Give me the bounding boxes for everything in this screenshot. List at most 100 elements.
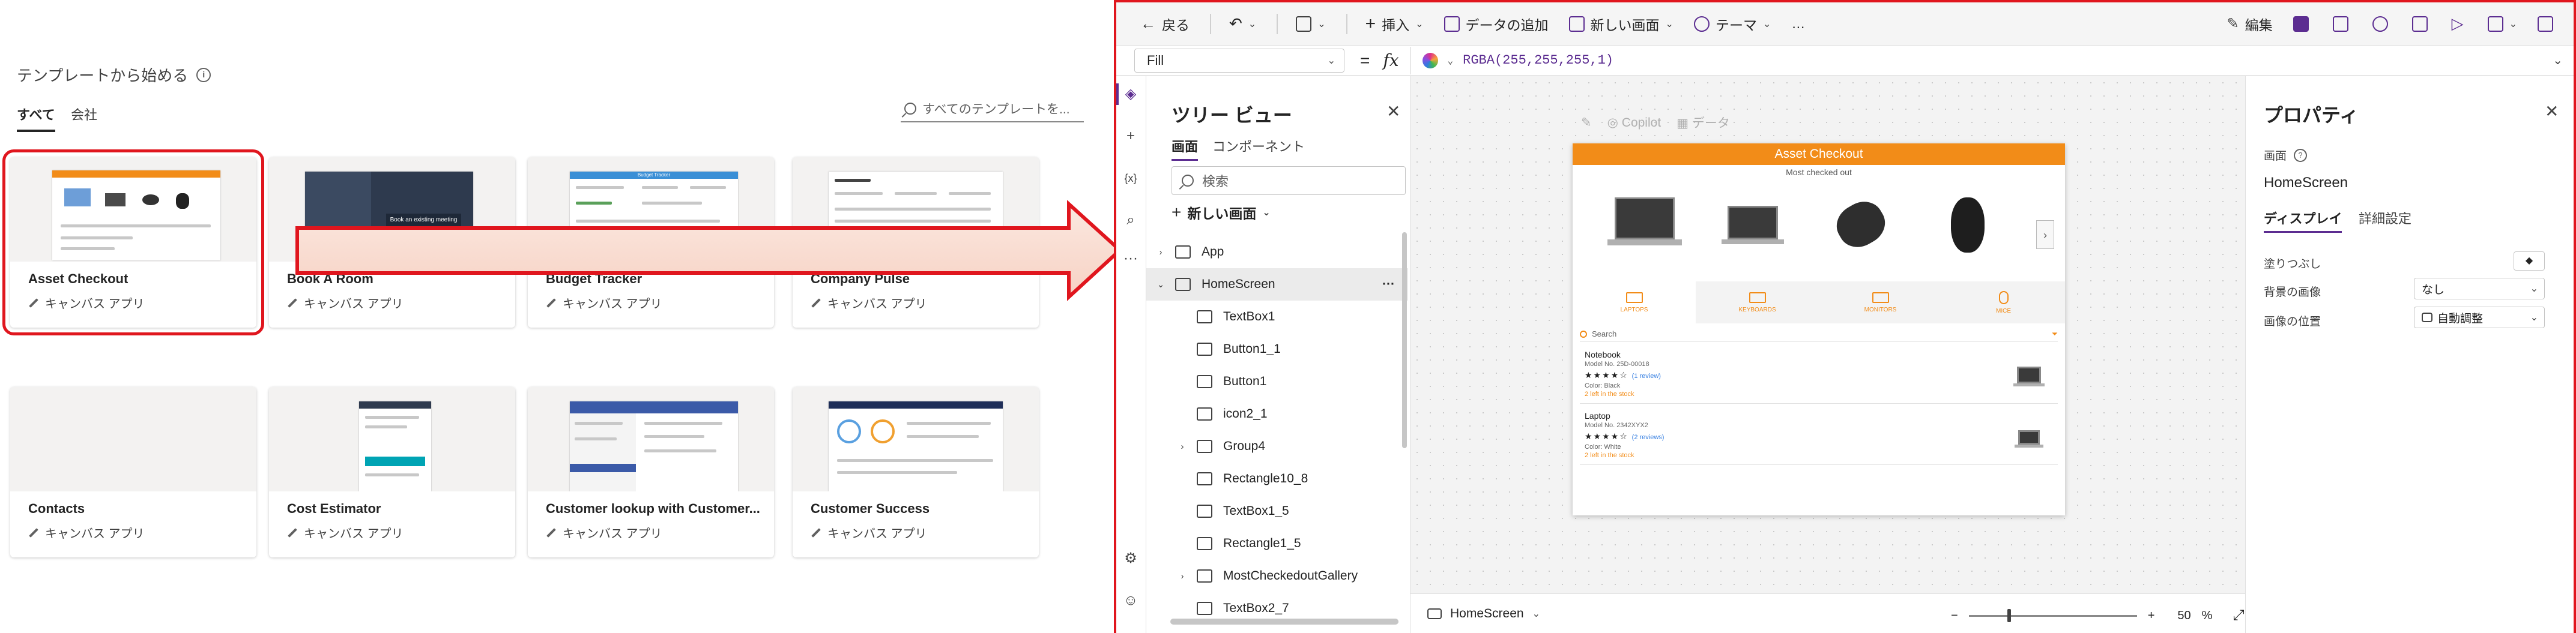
template-card-customer-lookup[interactable]: Customer lookup with Customer... キャンバス ア… (528, 387, 774, 557)
variables-icon[interactable]: {x} (1122, 170, 1139, 187)
app-search-input[interactable]: Search ⏷ (1580, 327, 2058, 341)
mouse-image[interactable] (1819, 191, 1903, 263)
close-icon[interactable]: ✕ (1386, 101, 1400, 121)
laptop-image[interactable] (1711, 191, 1795, 263)
fit-to-window-icon[interactable]: ⤢ (2233, 607, 2244, 624)
comments-button[interactable] (2332, 16, 2348, 32)
tree-node-app[interactable]: › App (1146, 236, 1408, 268)
tree-node-button1-1[interactable]: Button1_1 (1146, 333, 1408, 365)
copilot-icon[interactable] (1422, 52, 1438, 68)
image-position-dropdown[interactable]: 自動調整 ⌄ (2414, 307, 2545, 328)
list-item[interactable]: Notebook Model No. 25D-00018 ★★★★☆ (1 re… (1580, 346, 2058, 404)
tree-node-homescreen[interactable]: ⌄ HomeScreen ··· (1146, 268, 1408, 301)
category-keyboards[interactable]: KEYBOARDS (1696, 281, 1819, 323)
template-card-cost-estimator[interactable]: Cost Estimator キャンバス アプリ (269, 387, 515, 557)
tab-advanced[interactable]: 詳細設定 (2359, 208, 2411, 231)
undo-button[interactable]: ↶ ⌄ (1229, 14, 1256, 33)
data-button[interactable]: ▦ データ (1677, 113, 1730, 131)
expand-chevron-icon[interactable]: ⌄ (1155, 279, 1167, 290)
tree-node-button1[interactable]: Button1 (1146, 365, 1408, 398)
publish-icon (2538, 16, 2553, 32)
tab-all[interactable]: すべて (17, 104, 55, 132)
theme-button[interactable]: テーマ ⌄ (1693, 14, 1771, 34)
tab-display[interactable]: ディスプレイ (2264, 208, 2342, 233)
help-icon[interactable]: ? (2294, 148, 2308, 162)
paste-button[interactable]: ⌄ (1296, 16, 1326, 32)
tree-node-textbox1[interactable]: TextBox1 (1146, 301, 1408, 333)
code-view-button[interactable] (2293, 16, 2309, 32)
publish-button[interactable] (2538, 16, 2553, 32)
background-image-dropdown[interactable]: なし ⌄ (2414, 278, 2545, 299)
pencil-icon (29, 298, 38, 308)
tree-node-icon2-1[interactable]: icon2_1 (1146, 398, 1408, 430)
tree-node-rectangle10-8[interactable]: Rectangle10_8 (1146, 463, 1408, 495)
tab-company[interactable]: 会社 (71, 104, 97, 130)
horizontal-scrollbar[interactable] (1170, 619, 1398, 625)
back-button[interactable]: ← 戻る (1140, 14, 1190, 34)
more-options-icon[interactable]: ··· (1382, 277, 1395, 292)
preview-button[interactable]: ▷ (2452, 14, 2464, 33)
template-search-input[interactable]: すべてのテンプレートを... (901, 96, 1084, 122)
search-icon[interactable]: ⌕ (1122, 212, 1139, 229)
tree-node-textbox1-5[interactable]: TextBox1_5 (1146, 495, 1408, 527)
property-dropdown[interactable]: Fill ⌄ (1134, 48, 1344, 73)
tree-node-rectangle1-5[interactable]: Rectangle1_5 (1146, 527, 1408, 560)
list-item[interactable]: Laptop Model No. 2342XYX2 ★★★★☆ (2 revie… (1580, 407, 2058, 465)
virtual-agent-icon[interactable]: ☺ (1122, 592, 1139, 609)
formula-input[interactable]: ⌄ RGBA(255,255,255,1) (1409, 46, 2553, 74)
more-commands-button[interactable]: … (1791, 16, 1805, 32)
app-checker-button[interactable] (2372, 16, 2388, 32)
close-icon[interactable]: ✕ (2545, 101, 2559, 121)
vertical-scrollbar[interactable] (1402, 232, 1407, 448)
template-card-customer-success[interactable]: Customer Success キャンバス アプリ (793, 387, 1039, 557)
fill-color-picker[interactable]: ◆ (2450, 250, 2545, 272)
gallery-next-button[interactable]: › (2036, 220, 2054, 249)
card-thumbnail (10, 387, 256, 491)
fx-icon[interactable]: fx (1383, 50, 1398, 70)
copilot-button[interactable]: ◎ Copilot (1607, 115, 1661, 130)
save-button[interactable]: ⌄ (2487, 16, 2517, 32)
settings-gear-icon[interactable]: ⚙ (1122, 550, 1139, 567)
expand-chevron-icon[interactable]: › (1176, 571, 1188, 581)
tab-screens[interactable]: 画面 (1172, 136, 1199, 161)
database-icon (1444, 16, 1460, 32)
filter-icon[interactable]: ⏷ (2052, 329, 2058, 339)
laptop-image[interactable] (1603, 191, 1687, 263)
more-icon[interactable]: ··· (1122, 250, 1139, 267)
zoom-slider[interactable] (1968, 608, 2137, 622)
expand-chevron-icon[interactable]: › (1155, 247, 1167, 257)
command-bar: ← 戻る ↶ ⌄ ⌄ + 挿入 ⌄ データの追加 新しい画面 ⌄ テーマ ⌄ … ✎ 編集 ▷… (1116, 2, 2574, 46)
tree-view-icon[interactable]: ◈ (1122, 86, 1139, 103)
insert-button[interactable]: + 挿入 ⌄ (1365, 14, 1424, 34)
new-screen-button[interactable]: + 新しい画面 ⌄ (1172, 202, 1271, 223)
add-data-button[interactable]: データの追加 (1444, 14, 1549, 34)
category-laptops[interactable]: LAPTOPS (1573, 281, 1696, 323)
share-button[interactable] (2411, 16, 2428, 32)
category-monitors[interactable]: MONITORS (1819, 281, 1942, 323)
zoom-out-button[interactable]: − (1951, 609, 1958, 623)
monitor-icon (1872, 292, 1889, 303)
insert-icon[interactable]: + (1122, 128, 1139, 145)
tree-search-input[interactable]: 検索 (1172, 166, 1406, 195)
info-icon[interactable]: i (196, 67, 211, 82)
edit-button[interactable]: ✎ 編集 (2227, 14, 2272, 34)
laptop-image (2012, 364, 2046, 388)
zoom-in-button[interactable]: + (2148, 609, 2155, 623)
screen-selector[interactable]: HomeScreen ⌄ (1427, 607, 1540, 621)
new-screen-button[interactable]: 新しい画面 ⌄ (1568, 14, 1673, 34)
expand-chevron-icon[interactable]: › (1176, 442, 1188, 452)
category-mice[interactable]: MICE (1942, 281, 2065, 323)
design-canvas[interactable]: ✎ ◎ Copilot ▦ データ Asset Checkout Most ch… (1410, 76, 2245, 593)
mouse-image[interactable] (1927, 191, 2011, 263)
template-card-asset-checkout[interactable]: Asset Checkout キャンバス アプリ (2, 149, 264, 335)
tree-node-mostcheckedoutgallery[interactable]: › MostCheckedoutGallery (1146, 560, 1408, 592)
app-screen-preview[interactable]: Asset Checkout Most checked out › LAPTOP… (1573, 143, 2065, 515)
card-thumbnail (10, 157, 256, 262)
zoom-slider-thumb[interactable] (2007, 608, 2011, 622)
expand-formula-icon[interactable]: ⌄ (2553, 53, 2563, 68)
tab-components[interactable]: コンポーネント (1212, 136, 1305, 159)
tree-node-group4[interactable]: › Group4 (1146, 430, 1408, 463)
template-card-contacts[interactable]: Contacts キャンバス アプリ (10, 387, 256, 557)
zoom-unit: % (2201, 608, 2213, 622)
pencil-icon[interactable]: ✎ (1581, 115, 1592, 130)
